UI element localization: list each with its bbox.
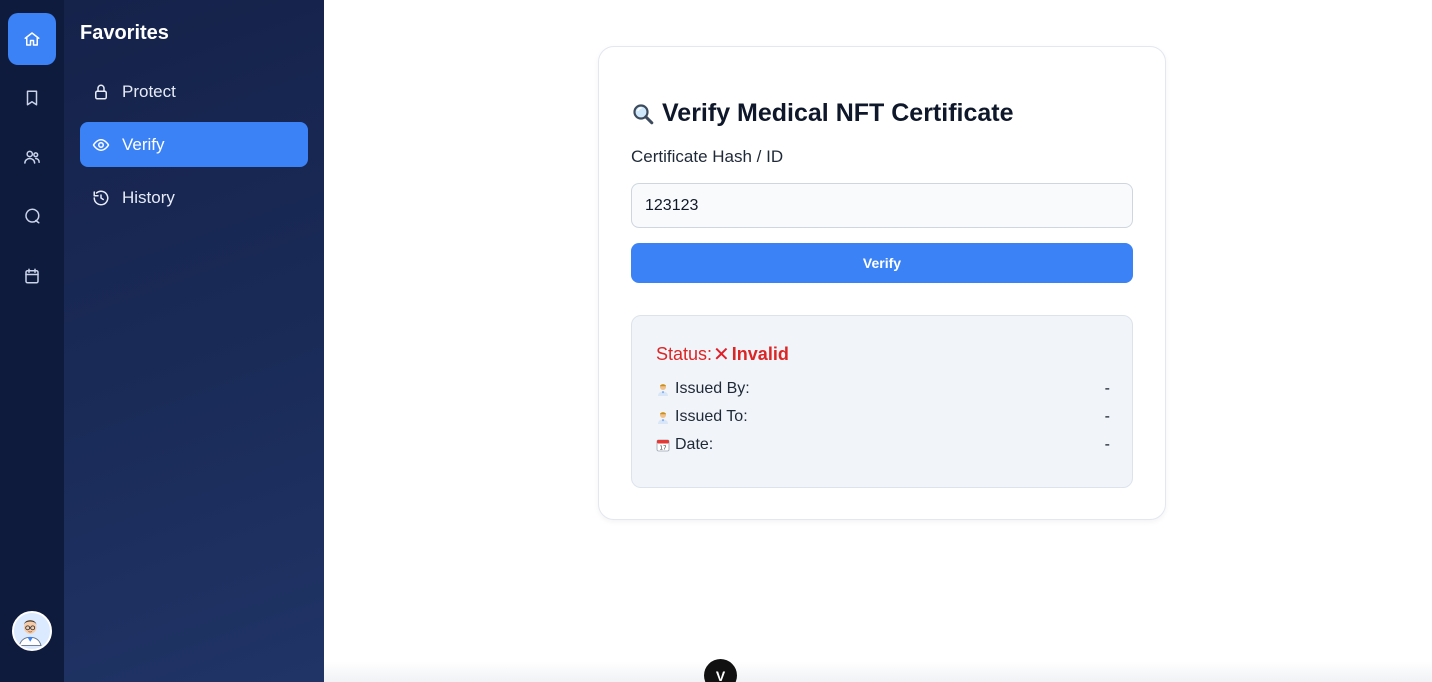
sidebar-item-label: History (122, 187, 175, 207)
rail-home-button[interactable] (8, 13, 56, 65)
cross-mark-icon: ✕ (713, 344, 730, 366)
issued-to-row: Issued To: - (656, 408, 1110, 426)
bookmark-icon (26, 90, 38, 106)
date-label: Date: (675, 436, 714, 453)
lock-icon (92, 83, 110, 101)
panel-title: Favorites (80, 22, 169, 44)
verify-button[interactable]: Verify (631, 243, 1133, 283)
user-avatar[interactable] (12, 611, 52, 651)
v-logo-icon: V (715, 668, 726, 682)
eye-icon (92, 136, 110, 154)
app-root: Favorites Protect Verify History Verify … (0, 0, 1432, 682)
chat-icon (25, 208, 40, 224)
home-icon (24, 32, 40, 46)
history-icon (92, 189, 110, 207)
rail-users-button[interactable] (8, 131, 56, 183)
calendar-emoji-icon: 17 (656, 439, 670, 452)
sidebar-item-verify[interactable]: Verify (80, 122, 308, 167)
result-panel: Status: ✕ Invalid Issued By: - Issued To… (631, 315, 1133, 488)
verify-card: Verify Medical NFT Certificate Certifica… (598, 46, 1166, 520)
svg-text:17: 17 (660, 446, 667, 452)
bottom-shadow-bar (324, 662, 1432, 682)
issued-to-label: Issued To: (675, 408, 748, 425)
date-row: 17 Date: - (656, 436, 1110, 454)
rail-messages-button[interactable] (8, 190, 56, 242)
issued-by-label: Issued By: (675, 380, 750, 397)
page-title-text: Verify Medical NFT Certificate (662, 99, 1014, 127)
page-title: Verify Medical NFT Certificate (631, 99, 1014, 128)
sidebar-item-history[interactable]: History (80, 175, 308, 220)
doctor-avatar-icon (14, 613, 47, 646)
favorites-panel: Favorites Protect Verify History (64, 0, 324, 682)
status-value: Invalid (731, 344, 789, 364)
status-label: Status: (656, 344, 713, 364)
sidebar-item-label: Verify (122, 134, 165, 154)
calendar-icon (25, 268, 39, 284)
sidebar-item-protect[interactable]: Protect (80, 69, 308, 114)
icon-rail (0, 0, 64, 682)
status-line: Status: ✕ Invalid (656, 342, 789, 367)
rail-bookmarks-button[interactable] (8, 72, 56, 124)
issued-by-value: - (1104, 380, 1110, 397)
users-icon (24, 150, 40, 164)
hash-input[interactable] (631, 183, 1133, 228)
date-value: - (1104, 436, 1110, 453)
rail-calendar-button[interactable] (8, 250, 56, 302)
doctor-icon (658, 384, 668, 396)
magnifier-icon (633, 103, 654, 124)
hash-field-label: Certificate Hash / ID (631, 147, 784, 166)
doctor-icon (658, 412, 668, 424)
sidebar-item-label: Protect (122, 81, 176, 101)
issued-by-row: Issued By: - (656, 380, 1110, 398)
issued-to-value: - (1104, 408, 1110, 425)
